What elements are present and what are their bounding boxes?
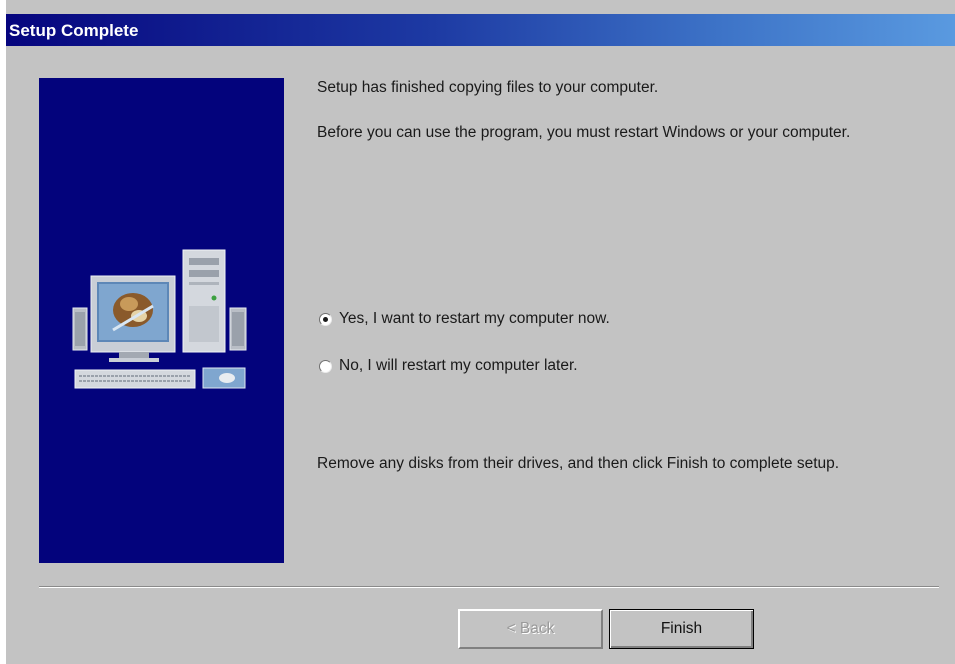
- computer-setup-icon: [72, 249, 247, 389]
- button-separator: [39, 586, 939, 588]
- radio-restart-later[interactable]: No, I will restart my computer later.: [319, 357, 578, 375]
- radio-button-yes[interactable]: [319, 312, 332, 326]
- radio-restart-now-label: Yes, I want to restart my computer now.: [339, 310, 610, 327]
- window-title: Setup Complete: [9, 21, 139, 40]
- title-bar[interactable]: Setup Complete: [6, 14, 955, 46]
- finish-button[interactable]: Finish: [609, 609, 754, 649]
- radio-button-no[interactable]: [319, 359, 332, 373]
- finish-instruction: Remove any disks from their drives, and …: [317, 455, 840, 472]
- radio-restart-now[interactable]: Yes, I want to restart my computer now.: [319, 310, 610, 328]
- side-panel: [39, 78, 284, 563]
- back-button[interactable]: < Back: [458, 609, 603, 649]
- restart-instruction: Before you can use the program, you must…: [317, 124, 851, 141]
- status-message: Setup has finished copying files to your…: [317, 79, 659, 96]
- radio-restart-later-label: No, I will restart my computer later.: [339, 357, 578, 374]
- setup-dialog: Setup Complete Setup has finished copyin…: [5, 0, 955, 664]
